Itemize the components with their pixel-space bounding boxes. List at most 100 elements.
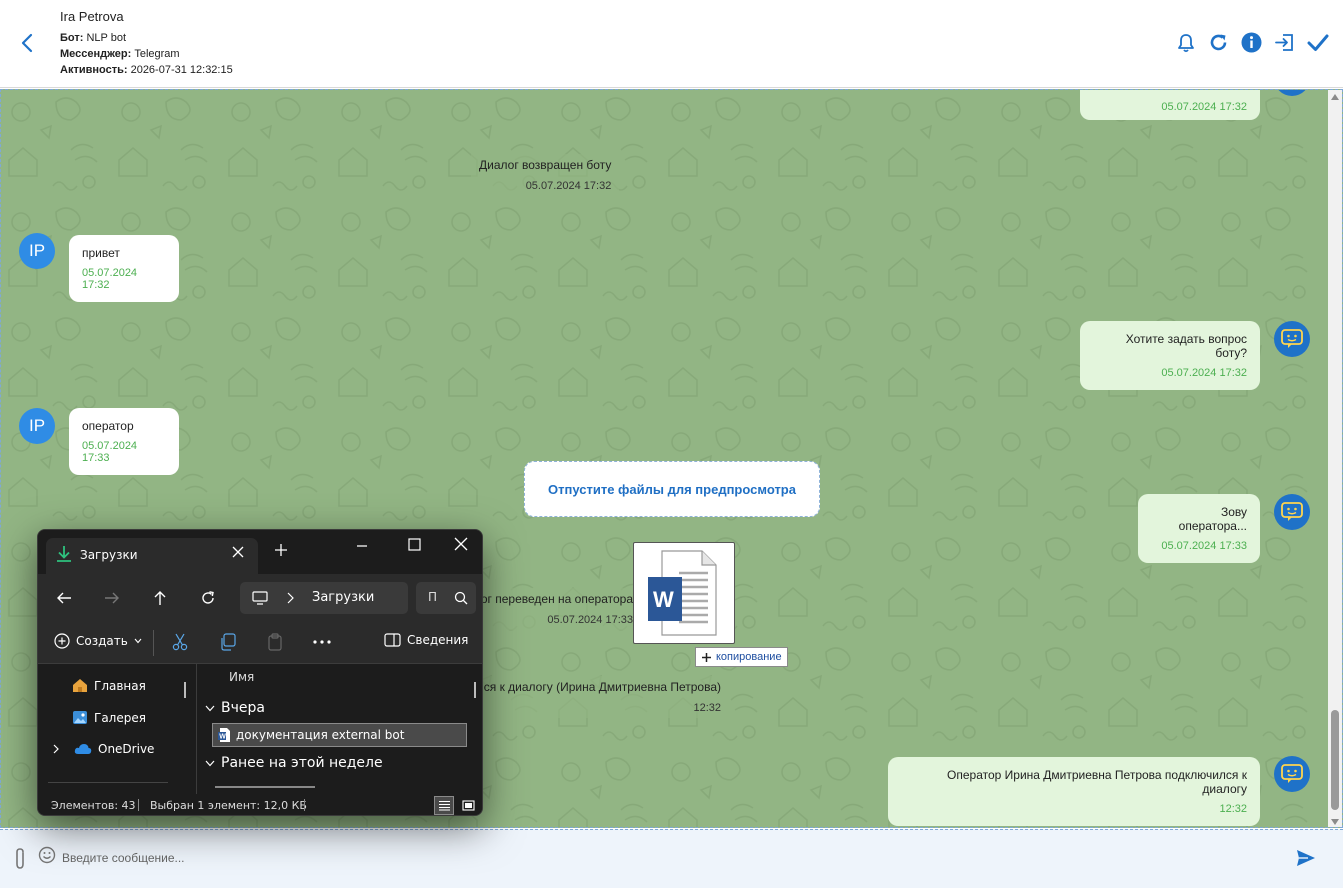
- bot-avatar: [1274, 321, 1310, 357]
- close-dialog-button[interactable]: [1306, 31, 1329, 54]
- message-time: 05.07.2024 17:32: [525, 180, 612, 192]
- message-text: ся к диалогу (Ирина Дмитриевна Петрова): [483, 680, 721, 694]
- paperclip-icon: [16, 848, 24, 869]
- sidebar-item-label: OneDrive: [98, 742, 155, 756]
- smiley-icon: [38, 846, 56, 864]
- details-button[interactable]: Сведения: [384, 633, 468, 647]
- file-explorer-window[interactable]: Загрузки Загрузки П Создать Сведения Гла…: [37, 529, 483, 816]
- create-label: Создать: [76, 634, 128, 648]
- sidebar-item-gallery[interactable]: Галерея: [72, 710, 146, 725]
- file-list-scrollbar[interactable]: [474, 682, 476, 698]
- list-view-icon: [438, 800, 450, 811]
- message-time: 05.07.2024 17:33: [1161, 540, 1247, 552]
- file-name: документация external bot: [236, 728, 405, 742]
- breadcrumb[interactable]: Загрузки: [312, 590, 374, 605]
- onedrive-icon: [74, 744, 92, 754]
- send-button[interactable]: [1296, 849, 1316, 872]
- copy-tooltip-label: копирование: [716, 651, 782, 663]
- close-window-icon: [454, 537, 468, 551]
- bot-avatar: [1274, 756, 1310, 792]
- send-icon: [1297, 850, 1315, 866]
- create-button[interactable]: Создать: [54, 633, 142, 649]
- group-header-yesterday[interactable]: Вчера: [205, 700, 265, 716]
- info-icon: [1241, 32, 1262, 53]
- message-incoming: оператор 05.07.2024 17:33: [69, 408, 179, 475]
- sidebar-item-label: Главная: [94, 678, 146, 693]
- explorer-tab[interactable]: Загрузки: [46, 538, 258, 574]
- tiles-view-button[interactable]: [458, 796, 478, 815]
- contact-info: Ira Petrova Бот: NLP bot Мессенджер: Tel…: [60, 9, 233, 78]
- up-nav-button[interactable]: [150, 588, 170, 608]
- message-outgoing: 05.07.2024 17:32: [1080, 90, 1260, 120]
- search-icon: [454, 591, 468, 605]
- bell-icon: [1177, 33, 1194, 52]
- close-tab-icon: [232, 546, 244, 558]
- status-selection: Выбран 1 элемент: 12,0 КБ: [150, 799, 307, 812]
- back-nav-button[interactable]: [54, 588, 74, 608]
- file-drop-zone[interactable]: Отпустите файлы для предпросмотра: [524, 461, 820, 517]
- back-button[interactable]: [18, 32, 38, 54]
- message-time: 05.07.2024 17:33: [82, 440, 138, 464]
- sign-in-icon: [1275, 34, 1293, 51]
- copy-button[interactable]: [219, 633, 237, 651]
- bot-row: Бот: NLP bot: [60, 30, 233, 46]
- scroll-up-arrow[interactable]: [1331, 94, 1339, 100]
- exit-button[interactable]: [1273, 31, 1296, 54]
- file-item[interactable]: W документация external bot: [212, 723, 467, 747]
- attach-button[interactable]: [12, 847, 28, 876]
- home-icon: [73, 679, 87, 692]
- scroll-thumb[interactable]: [1331, 710, 1339, 810]
- user-avatar: IP: [19, 408, 55, 444]
- forward-nav-button[interactable]: [102, 588, 122, 608]
- chevron-down-icon: [205, 705, 215, 711]
- scissors-icon: [172, 633, 188, 651]
- message-incoming: привет 05.07.2024 17:32: [69, 235, 179, 302]
- column-header-name[interactable]: Имя: [229, 670, 254, 684]
- refresh-nav-button[interactable]: [198, 588, 218, 608]
- chevron-down-icon: [134, 638, 142, 644]
- cut-button[interactable]: [172, 633, 188, 651]
- maximize-icon: [408, 538, 421, 551]
- sidebar-item-onedrive[interactable]: OneDrive: [52, 742, 154, 756]
- messenger-label: Мессенджер:: [60, 48, 132, 60]
- paste-button[interactable]: [267, 633, 283, 651]
- status-divider: [138, 799, 139, 811]
- message-time: 05.07.2024 17:33: [547, 614, 633, 626]
- minimize-icon: [357, 545, 367, 547]
- user-avatar: IP: [19, 233, 55, 269]
- message-text: ог переведен на оператора: [480, 592, 633, 606]
- emoji-button[interactable]: [38, 846, 56, 869]
- notifications-button[interactable]: [1174, 31, 1197, 54]
- scroll-down-arrow[interactable]: [1331, 819, 1339, 825]
- plus-circle-icon: [54, 633, 70, 649]
- chevron-right-icon: [53, 744, 59, 754]
- chat-bot-icon: [1281, 764, 1303, 783]
- more-button[interactable]: [313, 640, 331, 644]
- chat-bot-icon: [1281, 329, 1303, 348]
- sidebar-item-label: Галерея: [94, 710, 146, 725]
- refresh-button[interactable]: [1207, 31, 1230, 54]
- system-message: ог переведен на оператора 05.07.2024 17:…: [471, 588, 641, 630]
- explorer-sidebar: Главная Галерея OneDrive: [38, 664, 196, 794]
- horizontal-scrollbar[interactable]: [215, 786, 315, 788]
- messenger-value: Telegram: [134, 48, 180, 60]
- sidebar-scrollbar[interactable]: [184, 682, 186, 698]
- search-box[interactable]: П: [416, 582, 476, 614]
- plus-icon: [702, 652, 711, 662]
- group-label: Ранее на этой неделе: [221, 755, 383, 771]
- copy-icon: [221, 633, 236, 651]
- system-message: ся к диалогу (Ирина Дмитриевна Петрова) …: [471, 676, 729, 718]
- explorer-file-list: Имя Вчера W документация external bot Ра…: [197, 664, 482, 794]
- bot-avatar: [1274, 494, 1310, 530]
- info-button[interactable]: [1240, 31, 1263, 54]
- sidebar-item-home[interactable]: Главная: [72, 678, 146, 693]
- explorer-status-bar: Элементов: 43 Выбран 1 элемент: 12,0 КБ: [38, 794, 482, 815]
- details-view-button[interactable]: [434, 796, 454, 815]
- dragged-file-preview[interactable]: W: [633, 542, 735, 644]
- check-icon: [1307, 34, 1328, 51]
- chat-scrollbar[interactable]: [1328, 90, 1342, 827]
- message-input[interactable]: [62, 846, 1262, 870]
- address-bar[interactable]: Загрузки: [240, 582, 408, 614]
- group-header-this-week[interactable]: Ранее на этой неделе: [205, 755, 383, 771]
- chevron-right-icon: [287, 592, 294, 604]
